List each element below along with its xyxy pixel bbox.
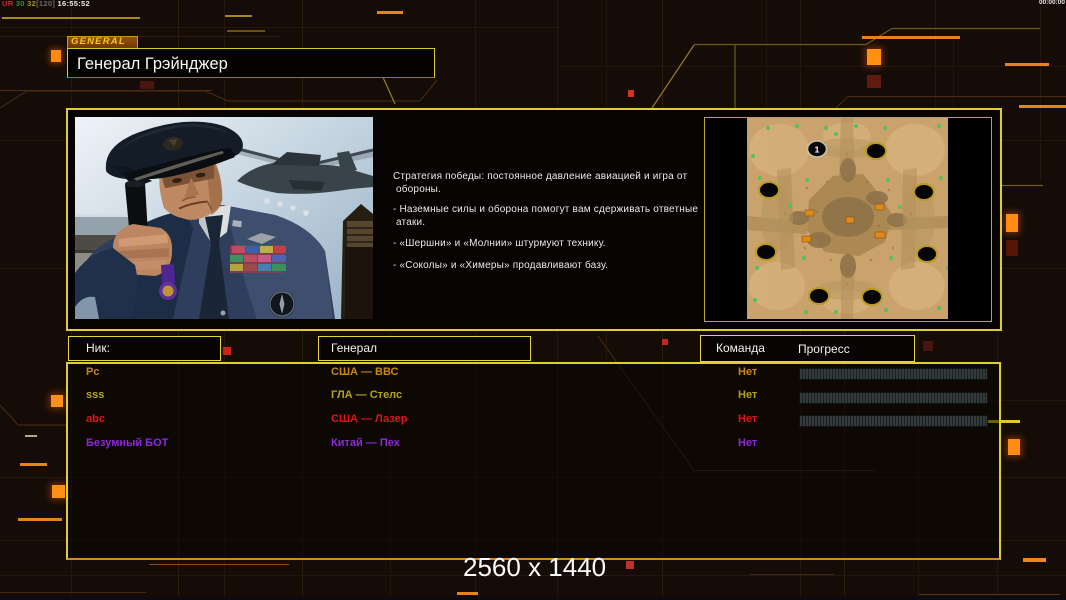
svg-text:1: 1 [815,145,820,155]
